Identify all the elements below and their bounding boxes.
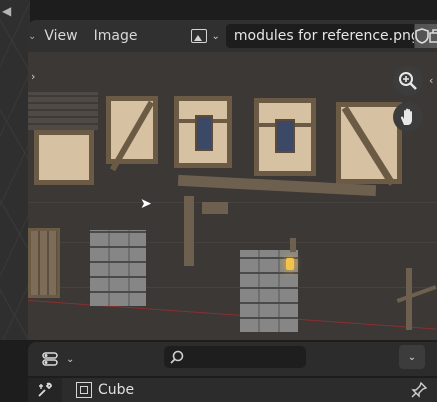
image-icon (191, 29, 208, 43)
zoom-button[interactable] (393, 66, 423, 96)
chevron-down-icon: ⌄ (211, 30, 220, 42)
wall-module-window-2 (254, 98, 316, 176)
stone-pillar-module (90, 230, 146, 306)
door-module (28, 228, 60, 298)
small-beam-block (202, 202, 228, 214)
fake-user-button[interactable] (413, 24, 429, 48)
shield-icon (415, 28, 429, 44)
house-module (28, 92, 98, 187)
left-3d-viewport[interactable]: ◀ (0, 0, 30, 340)
outliner-icon (42, 352, 58, 366)
sidebar-toggle-icon[interactable]: ‹ (429, 74, 433, 87)
left-arrow-icon[interactable]: ◀ (2, 4, 11, 18)
editor-type-button[interactable]: ⌄ (42, 351, 74, 367)
toolbar-toggle-icon[interactable]: › (31, 70, 35, 83)
image-canvas[interactable]: ➤ ‹ › (28, 52, 437, 340)
wall-module-diagonal-2 (336, 102, 402, 187)
chevron-down-icon: ⌄ (66, 353, 75, 365)
image-name-field[interactable]: modules for reference.png (225, 24, 420, 48)
browse-image-button[interactable]: ⌄ (187, 24, 223, 48)
hand-icon (400, 108, 412, 125)
image-editor-header: ⌄ View Image ⌄ modules for reference.png (28, 20, 437, 52)
pin-icon[interactable] (411, 382, 427, 398)
object-name-label: Cube (98, 382, 135, 398)
mouse-cursor-icon: ➤ (140, 196, 152, 212)
outliner-header: ⌄ ⌄ (28, 342, 437, 376)
lantern-bracket (290, 238, 296, 252)
copy-icon (429, 29, 437, 43)
header-collapse-icon[interactable]: ⌄ (28, 31, 36, 42)
wall-module-diagonal (106, 96, 158, 172)
search-icon (170, 350, 184, 364)
duplicate-image-button[interactable] (428, 24, 437, 48)
menu-view[interactable]: View (36, 20, 85, 52)
lantern-icon (286, 258, 294, 270)
filter-dropdown-button[interactable]: ⌄ (399, 345, 425, 369)
vertical-post-module (184, 196, 194, 266)
pan-button[interactable] (393, 102, 423, 132)
wall-module-window-1 (174, 96, 232, 168)
wrench-icon (38, 382, 52, 397)
image-editor[interactable]: ⌄ View Image ⌄ modules for reference.png (28, 20, 437, 340)
menu-image[interactable]: Image (86, 20, 146, 52)
tool-tab[interactable] (28, 378, 62, 402)
zoom-icon (399, 72, 417, 90)
object-icon (76, 382, 92, 398)
properties-header: Cube (28, 378, 437, 402)
left-panel-bottom (0, 340, 28, 402)
search-input[interactable] (164, 346, 306, 368)
